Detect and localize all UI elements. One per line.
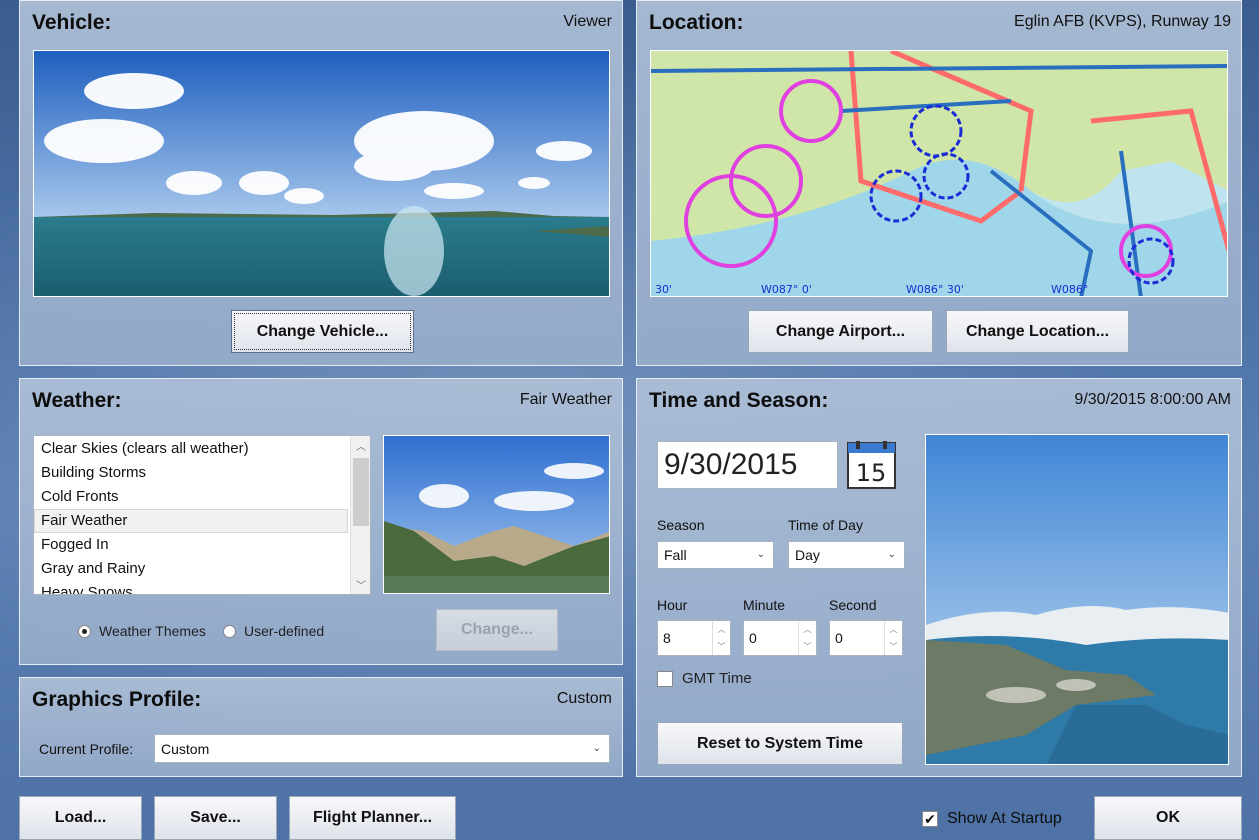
save-button[interactable]: Save...	[154, 796, 277, 840]
graphics-panel: Graphics Profile: Custom Current Profile…	[19, 677, 623, 777]
current-profile-label: Current Profile:	[39, 741, 134, 757]
scroll-down-icon[interactable]: ﹀	[351, 577, 370, 592]
load-button[interactable]: Load...	[19, 796, 142, 840]
minute-spinner[interactable]: 0 ︿ ﹀	[743, 620, 817, 656]
checkbox-unchecked-icon	[657, 670, 673, 687]
second-value: 0	[835, 630, 843, 646]
chevron-down-icon: ⌄	[592, 742, 601, 754]
weather-list-items: Clear Skies (clears all weather) Buildin…	[34, 436, 370, 594]
location-map[interactable]: W087° 0' W086° 30' W086° 30'	[650, 50, 1228, 297]
spin-up-icon[interactable]: ︿	[885, 621, 902, 638]
vehicle-value: Viewer	[563, 13, 612, 30]
list-item-selected[interactable]: Fair Weather	[34, 509, 348, 533]
location-value: Eglin AFB (KVPS), Runway 19	[1014, 13, 1231, 30]
calendar-icon[interactable]: 15	[847, 441, 896, 489]
reset-system-time-button[interactable]: Reset to System Time	[657, 722, 903, 765]
season-preview-image	[925, 434, 1229, 765]
time-title: Time and Season:	[649, 389, 829, 412]
second-label: Second	[829, 597, 877, 613]
map-label-w087: W087° 0'	[761, 283, 812, 296]
date-input[interactable]: 9/30/2015	[657, 441, 838, 489]
checkbox-checked-icon: ✔	[922, 811, 938, 827]
user-defined-label: User-defined	[244, 623, 325, 639]
map-label-30: 30'	[655, 283, 672, 296]
weather-themes-radio[interactable]: Weather Themes	[78, 623, 206, 639]
list-item[interactable]: Building Storms	[34, 461, 370, 485]
show-at-startup-label: Show At Startup	[947, 810, 1062, 827]
ok-button[interactable]: OK	[1094, 796, 1242, 840]
weather-themes-label: Weather Themes	[99, 623, 206, 639]
list-item[interactable]: Heavy Snows	[34, 581, 370, 594]
minute-spin-arrows[interactable]: ︿ ﹀	[798, 621, 816, 655]
vehicle-preview-image	[33, 50, 610, 297]
spin-up-icon[interactable]: ︿	[799, 621, 816, 638]
scroll-thumb[interactable]	[353, 458, 369, 526]
change-vehicle-button[interactable]: Change Vehicle...	[231, 310, 414, 353]
hour-spin-arrows[interactable]: ︿ ﹀	[712, 621, 730, 655]
location-panel: Location: Eglin AFB (KVPS), Runway 19 W0…	[636, 0, 1242, 366]
gmt-time-label: GMT Time	[682, 670, 752, 687]
weather-panel: Weather: Fair Weather Clear Skies (clear…	[19, 378, 623, 665]
change-airport-button[interactable]: Change Airport...	[748, 310, 933, 353]
vehicle-panel: Vehicle: Viewer Change Vehicle...	[19, 0, 623, 366]
radio-unselected-icon	[223, 624, 236, 638]
weather-theme-list[interactable]: Clear Skies (clears all weather) Buildin…	[33, 435, 371, 595]
flight-planner-button[interactable]: Flight Planner...	[289, 796, 456, 840]
calendar-day: 15	[856, 459, 887, 487]
chevron-down-icon: ⌄	[756, 548, 765, 560]
current-profile-select[interactable]: Custom ⌄	[154, 734, 610, 763]
season-label: Season	[657, 517, 705, 533]
change-weather-button[interactable]: Change...	[436, 609, 558, 651]
weather-value: Fair Weather	[519, 391, 612, 408]
hour-label: Hour	[657, 597, 688, 613]
weather-preview-image	[383, 435, 610, 594]
spin-down-icon[interactable]: ﹀	[799, 638, 816, 655]
show-at-startup-checkbox[interactable]: ✔ Show At Startup	[922, 810, 1062, 828]
map-label-w086: W086°	[1051, 283, 1088, 296]
time-value: 9/30/2015 8:00:00 AM	[1074, 391, 1231, 408]
change-location-button[interactable]: Change Location...	[946, 310, 1129, 353]
gmt-time-checkbox[interactable]: GMT Time	[657, 670, 752, 687]
spin-down-icon[interactable]: ﹀	[885, 638, 902, 655]
user-defined-radio[interactable]: User-defined	[223, 623, 324, 639]
spin-down-icon[interactable]: ﹀	[713, 638, 730, 655]
graphics-value: Custom	[556, 690, 612, 707]
list-item[interactable]: Clear Skies (clears all weather)	[34, 437, 370, 461]
minute-value: 0	[749, 630, 757, 646]
second-spinner[interactable]: 0 ︿ ﹀	[829, 620, 903, 656]
radio-selected-icon	[78, 624, 91, 638]
vehicle-title: Vehicle:	[32, 11, 112, 34]
second-spin-arrows[interactable]: ︿ ﹀	[884, 621, 902, 655]
weather-list-scrollbar[interactable]: ︿ ﹀	[350, 436, 370, 594]
list-item[interactable]: Gray and Rainy	[34, 557, 370, 581]
map-label-w086-30: W086° 30'	[906, 283, 964, 296]
minute-label: Minute	[743, 597, 786, 613]
graphics-title: Graphics Profile:	[32, 688, 202, 711]
chevron-down-icon: ⌄	[887, 548, 896, 560]
season-select[interactable]: Fall ⌄	[657, 541, 774, 569]
list-item[interactable]: Cold Fronts	[34, 485, 370, 509]
hour-spinner[interactable]: 8 ︿ ﹀	[657, 620, 731, 656]
weather-title: Weather:	[32, 389, 122, 412]
location-title: Location:	[649, 11, 744, 34]
hour-value: 8	[663, 630, 671, 646]
time-of-day-select[interactable]: Day ⌄	[788, 541, 905, 569]
current-profile-value: Custom	[161, 740, 210, 757]
scroll-up-icon[interactable]: ︿	[351, 438, 370, 453]
season-value: Fall	[664, 547, 687, 563]
time-of-day-label: Time of Day	[788, 517, 863, 533]
time-of-day-value: Day	[795, 547, 820, 563]
spin-up-icon[interactable]: ︿	[713, 621, 730, 638]
list-item[interactable]: Fogged In	[34, 533, 370, 557]
time-panel: Time and Season: 9/30/2015 8:00:00 AM 9/…	[636, 378, 1242, 777]
